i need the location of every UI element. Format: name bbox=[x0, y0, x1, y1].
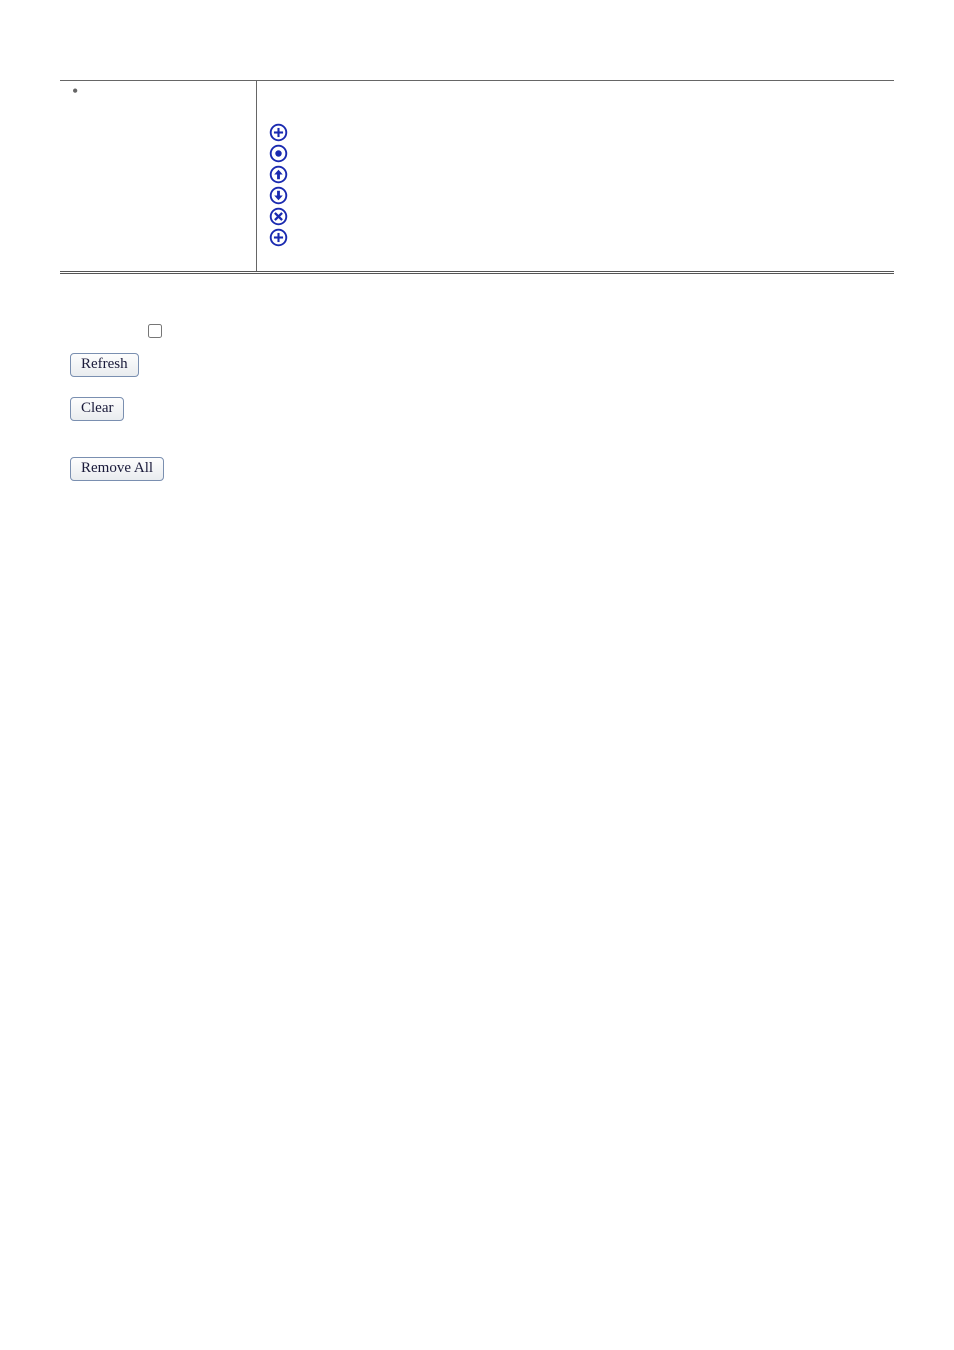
clear-button[interactable]: Clear bbox=[70, 397, 124, 421]
target-icon[interactable] bbox=[269, 144, 288, 163]
left-cell: • bbox=[60, 81, 257, 273]
refresh-button[interactable]: Refresh bbox=[70, 353, 139, 377]
arrow-up-icon[interactable] bbox=[269, 165, 288, 184]
plus-icon[interactable] bbox=[269, 228, 288, 247]
right-cell bbox=[257, 81, 895, 273]
icon-stack bbox=[265, 85, 886, 247]
page-root: • bbox=[0, 0, 954, 481]
form-area: Refresh Clear Remove All bbox=[70, 322, 894, 481]
layout-table: • bbox=[60, 80, 894, 274]
bullet-icon: • bbox=[68, 81, 78, 101]
x-icon[interactable] bbox=[269, 207, 288, 226]
checkbox-row bbox=[148, 322, 894, 339]
plus-icon[interactable] bbox=[269, 123, 288, 142]
remove-all-button[interactable]: Remove All bbox=[70, 457, 164, 481]
arrow-down-icon[interactable] bbox=[269, 186, 288, 205]
option-checkbox[interactable] bbox=[148, 324, 162, 338]
